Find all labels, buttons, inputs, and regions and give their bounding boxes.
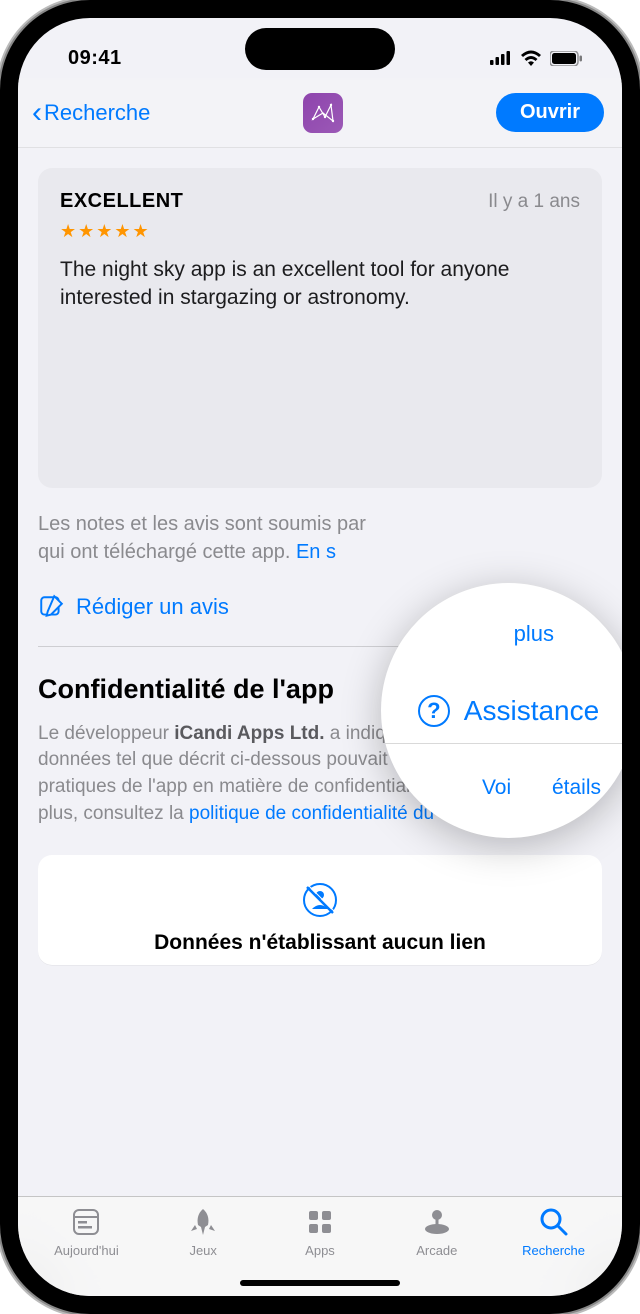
- back-button[interactable]: ‹ Recherche: [32, 98, 150, 128]
- dynamic-island: [245, 28, 395, 70]
- tab-label: Apps: [305, 1243, 335, 1258]
- nav-bar: ‹ Recherche Ouvrir: [18, 78, 622, 148]
- review-text: The night sky app is an excellent tool f…: [60, 256, 580, 313]
- assistance-button[interactable]: ? Assistance: [418, 695, 599, 727]
- tab-label: Aujourd'hui: [54, 1243, 119, 1258]
- compose-icon: [38, 594, 64, 620]
- privacy-data-card[interactable]: Données n'établissant aucun lien: [38, 855, 602, 965]
- chevron-left-icon: ‹: [32, 98, 42, 128]
- developer-name: iCandi Apps Ltd.: [174, 723, 324, 744]
- review-card[interactable]: EXCELLENT Il y a 1 ans ★★★★★ The night s…: [38, 168, 602, 488]
- write-review-button[interactable]: Rédiger un avis: [38, 594, 229, 620]
- today-icon: [69, 1205, 103, 1239]
- open-button[interactable]: Ouvrir: [496, 93, 604, 132]
- assistance-label: Assistance: [464, 695, 599, 727]
- apps-icon: [303, 1205, 337, 1239]
- status-time: 09:41: [68, 47, 122, 70]
- magnifier-callout: plus ? Assistance Voi étails: [381, 583, 622, 838]
- tab-label: Arcade: [416, 1243, 457, 1258]
- tab-label: Jeux: [189, 1243, 216, 1258]
- write-review-label: Rédiger un avis: [76, 594, 229, 620]
- tab-search[interactable]: Recherche: [495, 1205, 612, 1296]
- battery-icon: [550, 51, 582, 66]
- privacy-section-title: Confidentialité de l'app: [38, 673, 334, 707]
- search-icon: [537, 1205, 571, 1239]
- cellular-icon: [490, 51, 512, 65]
- review-date: Il y a 1 ans: [488, 191, 580, 213]
- help-icon: ?: [418, 695, 450, 727]
- magnifier-plus-text: plus: [514, 621, 554, 647]
- data-card-title: Données n'établissant aucun lien: [60, 931, 580, 955]
- rocket-icon: [186, 1205, 220, 1239]
- home-indicator[interactable]: [240, 1280, 400, 1286]
- learn-more-link[interactable]: En s: [296, 541, 336, 563]
- arcade-icon: [420, 1205, 454, 1239]
- app-icon[interactable]: [303, 93, 343, 133]
- wifi-icon: [520, 50, 542, 66]
- ratings-disclaimer: Les notes et les avis sont soumis par qu…: [38, 510, 602, 566]
- review-title: EXCELLENT: [60, 190, 183, 213]
- no-link-icon: [60, 881, 580, 919]
- magnifier-details-text: Voi étails: [482, 776, 601, 800]
- status-icons: [490, 50, 582, 66]
- star-rating: ★★★★★: [60, 221, 580, 242]
- tab-today[interactable]: Aujourd'hui: [28, 1205, 145, 1296]
- back-label: Recherche: [44, 100, 150, 126]
- tab-label: Recherche: [522, 1243, 585, 1258]
